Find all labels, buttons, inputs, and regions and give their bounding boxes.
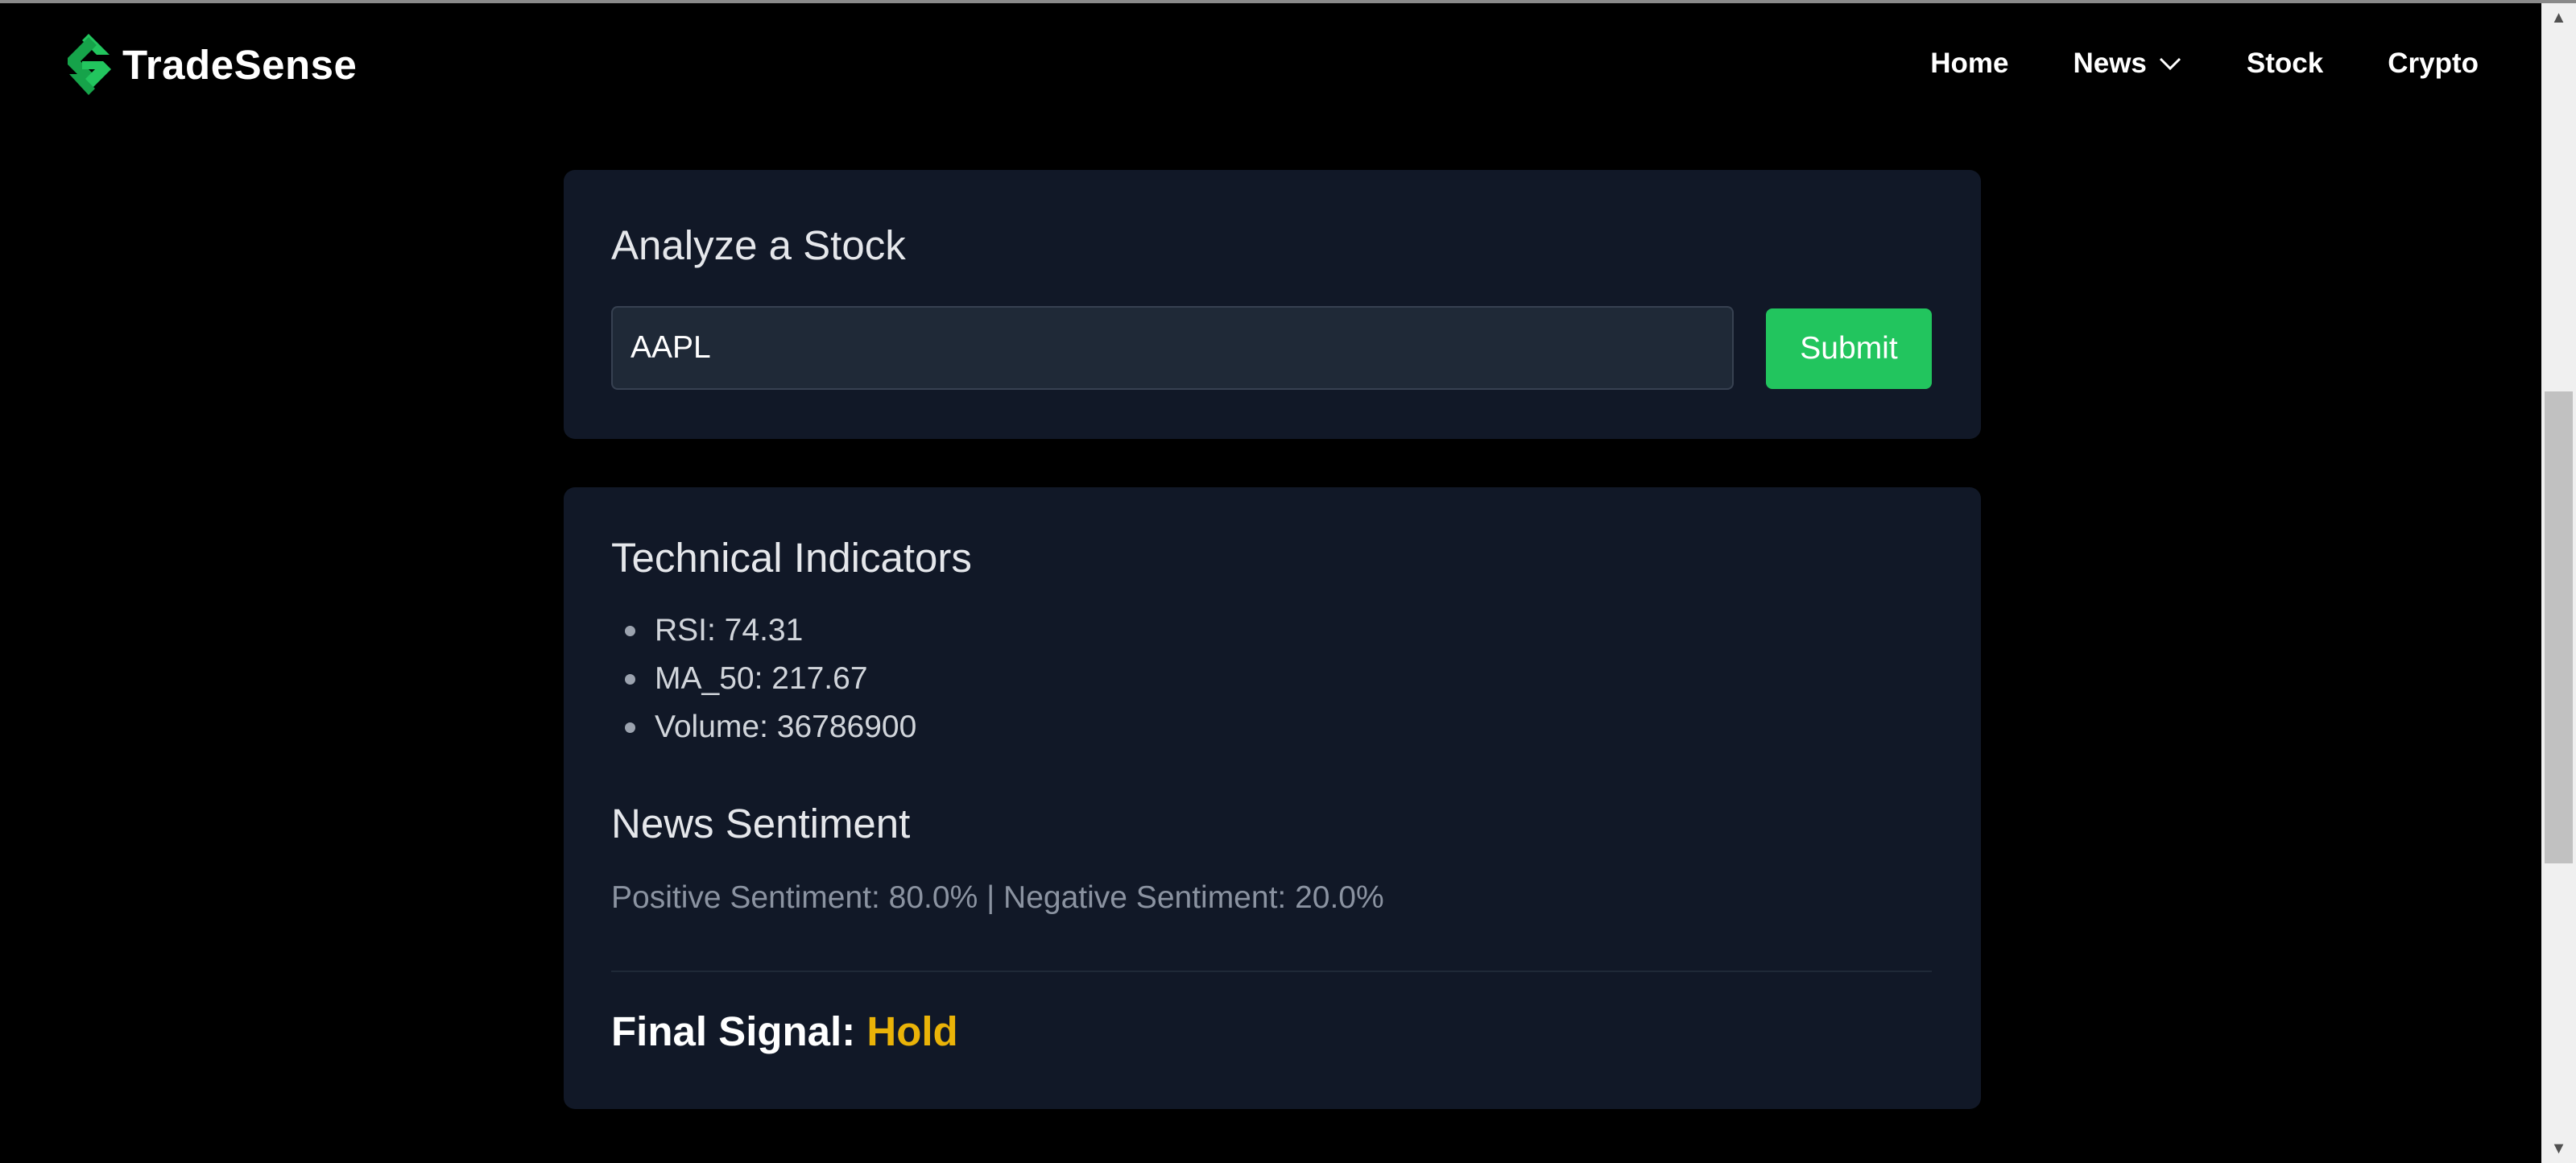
list-item: Volume: 36786900: [611, 703, 916, 751]
indicator-rsi: RSI: 74.31: [655, 613, 804, 648]
nav-item-crypto[interactable]: Crypto: [2388, 48, 2479, 80]
sentiment-text: Positive Sentiment: 80.0% | Negative Sen…: [611, 880, 1384, 915]
nav-links: Home News Stock Crypto: [1866, 3, 2479, 124]
tradesense-logo-icon: [68, 34, 111, 95]
stock-symbol-input[interactable]: [611, 306, 1734, 390]
analyze-title: Analyze a Stock: [611, 222, 906, 268]
indicator-volume: Volume: 36786900: [655, 710, 917, 744]
nav-item-news[interactable]: News: [2073, 48, 2181, 80]
nav-item-label: Stock: [2246, 48, 2324, 79]
divider: [611, 971, 1932, 972]
nav-item-stock[interactable]: Stock: [2247, 48, 2323, 80]
brand-name: TradeSense: [122, 41, 358, 88]
list-item: MA_50: 217.67: [611, 655, 916, 703]
bullet-icon: [625, 722, 635, 733]
nav-item-home[interactable]: Home: [1930, 48, 2008, 80]
vertical-scrollbar[interactable]: ▲ ▼: [2541, 3, 2576, 1163]
chevron-down-icon: [2159, 57, 2181, 71]
nav-item-label: Crypto: [2388, 48, 2479, 79]
scrollbar-thumb[interactable]: [2545, 391, 2573, 863]
analyze-stock-card: Analyze a Stock Submit: [564, 170, 1981, 439]
nav-item-label: Home: [1930, 48, 2009, 79]
indicator-ma50: MA_50: 217.67: [655, 661, 868, 696]
scroll-down-arrow-icon[interactable]: ▼: [2541, 1134, 2576, 1163]
results-card: Technical Indicators RSI: 74.31 MA_50: 2…: [564, 487, 1981, 1109]
bullet-icon: [625, 673, 635, 685]
nav-item-label: News: [2073, 48, 2147, 79]
bullet-icon: [625, 625, 635, 636]
submit-button[interactable]: Submit: [1766, 308, 1932, 389]
news-sentiment-title: News Sentiment: [611, 801, 911, 846]
technical-indicators-title: Technical Indicators: [611, 535, 972, 581]
final-signal-value: Hold: [866, 1008, 958, 1054]
final-signal-label: Final Signal:: [611, 1008, 856, 1054]
indicator-list: RSI: 74.31 MA_50: 217.67 Volume: 3678690…: [611, 606, 916, 751]
list-item: RSI: 74.31: [611, 606, 916, 655]
navbar: TradeSense Home News Stock Crypto: [0, 3, 2541, 124]
final-signal: Final Signal: Hold: [611, 1008, 958, 1055]
scroll-up-arrow-icon[interactable]: ▲: [2541, 3, 2576, 32]
brand[interactable]: TradeSense: [64, 32, 357, 97]
